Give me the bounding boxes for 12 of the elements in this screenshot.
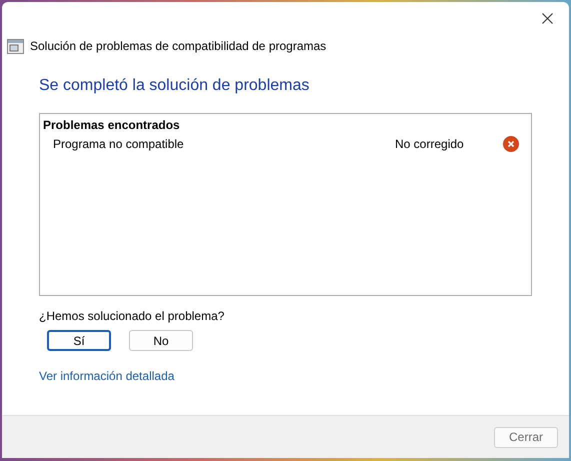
error-icon bbox=[503, 136, 519, 152]
window-title: Solución de problemas de compatibilidad de programas bbox=[30, 38, 326, 55]
problem-name: Programa no compatible bbox=[53, 136, 185, 153]
details-link[interactable]: Ver información detallada bbox=[39, 367, 174, 385]
answer-button[interactable]: Sí bbox=[47, 330, 111, 351]
problem-status: No corregido bbox=[395, 136, 465, 153]
page-heading: Se completó la solución de problemas bbox=[39, 76, 310, 96]
panel-heading: Problemas encontrados bbox=[42, 117, 181, 133]
question-text: ¿Hemos solucionado el problema? bbox=[39, 308, 226, 325]
answer-button[interactable]: No bbox=[129, 330, 193, 351]
close-icon bbox=[542, 12, 552, 24]
app-window-icon bbox=[7, 38, 24, 54]
